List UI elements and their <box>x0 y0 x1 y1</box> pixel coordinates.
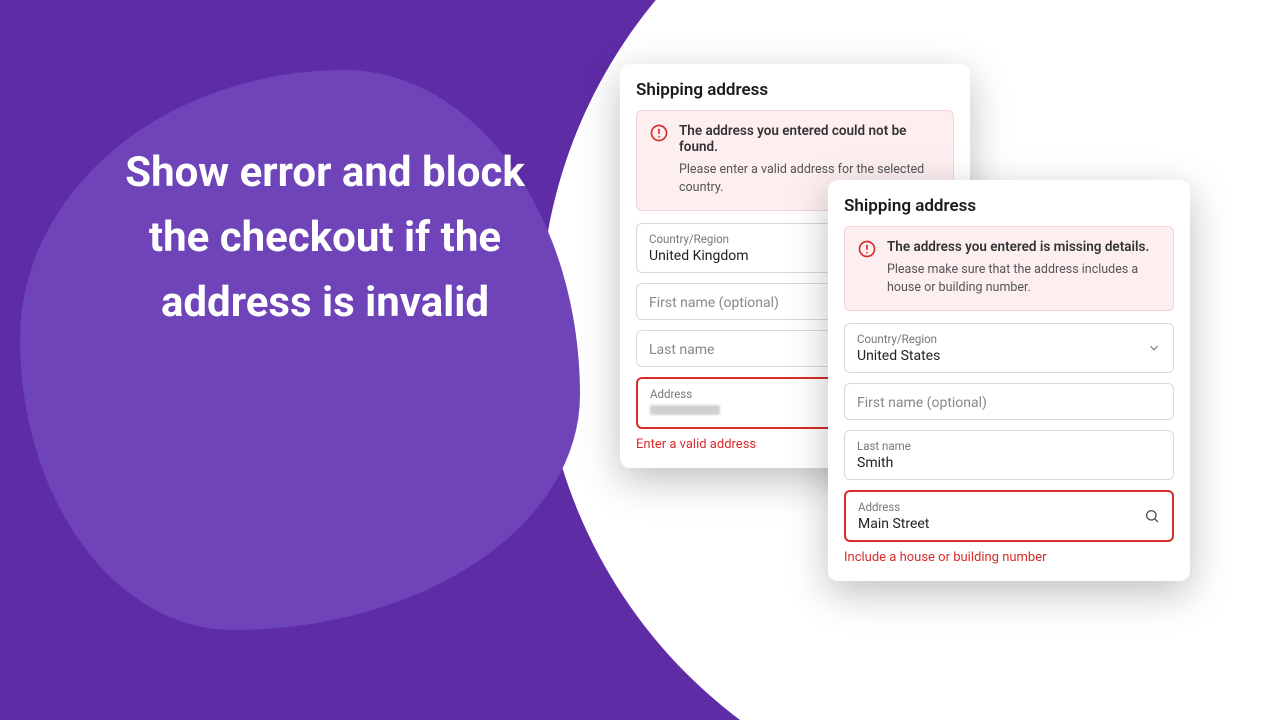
redacted-value <box>650 405 720 415</box>
checkout-card-missing-details: Shipping address The address you entered… <box>828 180 1190 581</box>
alert-circle-icon <box>649 123 669 143</box>
input-placeholder: First name (optional) <box>649 295 779 311</box>
input-placeholder: First name (optional) <box>857 395 987 411</box>
address-value: Main Street <box>858 516 1160 532</box>
alert-circle-icon <box>857 239 877 259</box>
alert-body: The address you entered is missing detai… <box>887 239 1161 296</box>
alert-title: The address you entered could not be fou… <box>679 123 941 155</box>
headline-text: Show error and block the checkout if the… <box>90 140 560 335</box>
last-name-input[interactable]: Last name Smith <box>844 430 1174 480</box>
card-title: Shipping address <box>636 80 954 100</box>
address-input[interactable]: Address Main Street <box>844 490 1174 542</box>
country-value: United States <box>857 348 1161 364</box>
promo-stage: Show error and block the checkout if the… <box>0 0 1280 720</box>
last-name-value: Smith <box>857 455 1161 471</box>
first-name-input[interactable]: First name (optional) <box>844 383 1174 420</box>
field-label: Country/Region <box>857 332 1161 346</box>
alert-desc: Please make sure that the address includ… <box>887 261 1161 296</box>
field-label: Last name <box>857 439 1161 453</box>
country-select[interactable]: Country/Region United States <box>844 323 1174 373</box>
card-title: Shipping address <box>844 196 1174 216</box>
chevron-down-icon <box>1147 341 1161 355</box>
alert-title: The address you entered is missing detai… <box>887 239 1161 255</box>
address-error-msg: Include a house or building number <box>844 550 1174 565</box>
input-placeholder: Last name <box>649 342 714 358</box>
search-icon[interactable] <box>1144 508 1160 524</box>
field-label: Address <box>858 500 1160 514</box>
error-alert: The address you entered is missing detai… <box>844 226 1174 311</box>
